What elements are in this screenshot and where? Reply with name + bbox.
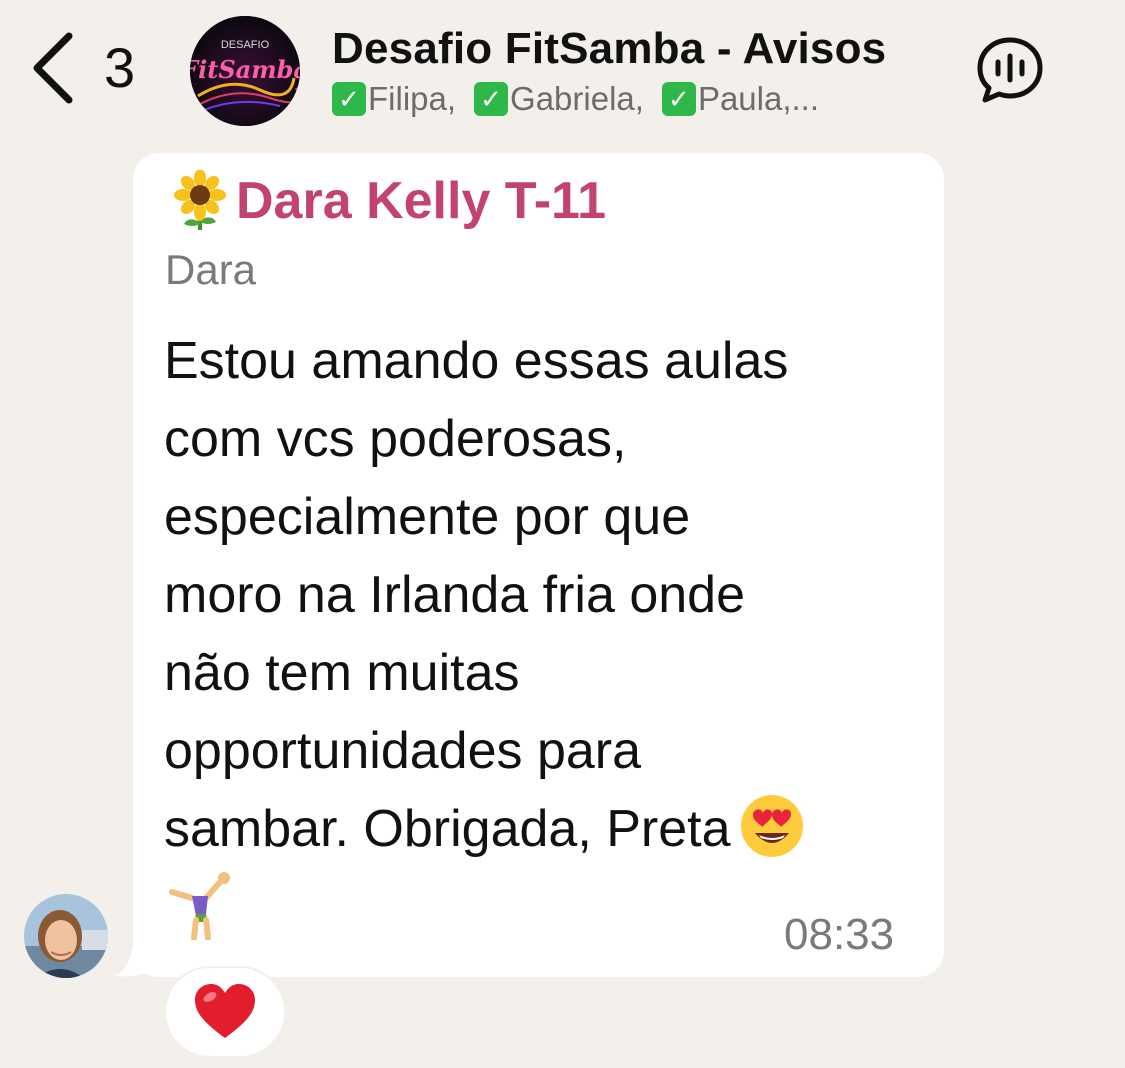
message-line: não tem muitas — [164, 644, 520, 702]
chat-header: 3 DESAFIO FitSamba Desafio FitSamba - Av… — [0, 0, 1125, 140]
svg-text:FitSamba: FitSamba — [190, 55, 300, 84]
message-line: com vcs poderosas, — [164, 410, 627, 468]
member-item: ✓ Paula,... — [661, 80, 819, 118]
message-line: especialmente por que — [164, 488, 691, 546]
chevron-left-icon — [33, 32, 73, 104]
message-line: opportunidades para — [164, 722, 642, 780]
voice-call-icon — [977, 37, 1043, 103]
check-icon: ✓ — [474, 82, 509, 116]
sender-name[interactable]: Dara Kelly T-11 — [170, 170, 606, 232]
svg-text:DESAFIO: DESAFIO — [221, 39, 270, 51]
sunflower-icon — [174, 170, 226, 230]
member-item: ✓ Filipa, — [332, 80, 456, 118]
sender-push-name: Dara — [165, 246, 257, 293]
back-button[interactable] — [22, 30, 82, 106]
member-item: ✓ Gabriela, — [474, 80, 644, 118]
cartwheel-emoji — [169, 872, 230, 940]
check-icon: ✓ — [332, 82, 366, 116]
unread-count[interactable]: 3 — [104, 38, 135, 98]
avatar[interactable] — [24, 894, 108, 978]
group-avatar[interactable]: DESAFIO FitSamba — [190, 16, 300, 126]
message-text: Estou amando essas aulas com vcs poderos… — [164, 322, 924, 868]
message-timestamp: 08:33 — [784, 910, 895, 959]
voice-call-button[interactable] — [974, 34, 1046, 106]
reaction-badge[interactable] — [164, 966, 286, 1058]
heart-icon — [195, 984, 255, 1038]
heart-eyes-emoji — [740, 795, 803, 858]
message-line: moro na Irlanda fria onde — [164, 566, 746, 624]
group-members[interactable]: ✓ Filipa, ✓ Gabriela, ✓ Paula,... — [332, 80, 831, 118]
message-line-last: sambar. Obrigada, Preta — [164, 790, 924, 868]
message-line: Estou amando essas aulas — [164, 332, 789, 390]
check-icon: ✓ — [661, 82, 696, 116]
group-title[interactable]: Desafio FitSamba - Avisos — [332, 24, 886, 74]
